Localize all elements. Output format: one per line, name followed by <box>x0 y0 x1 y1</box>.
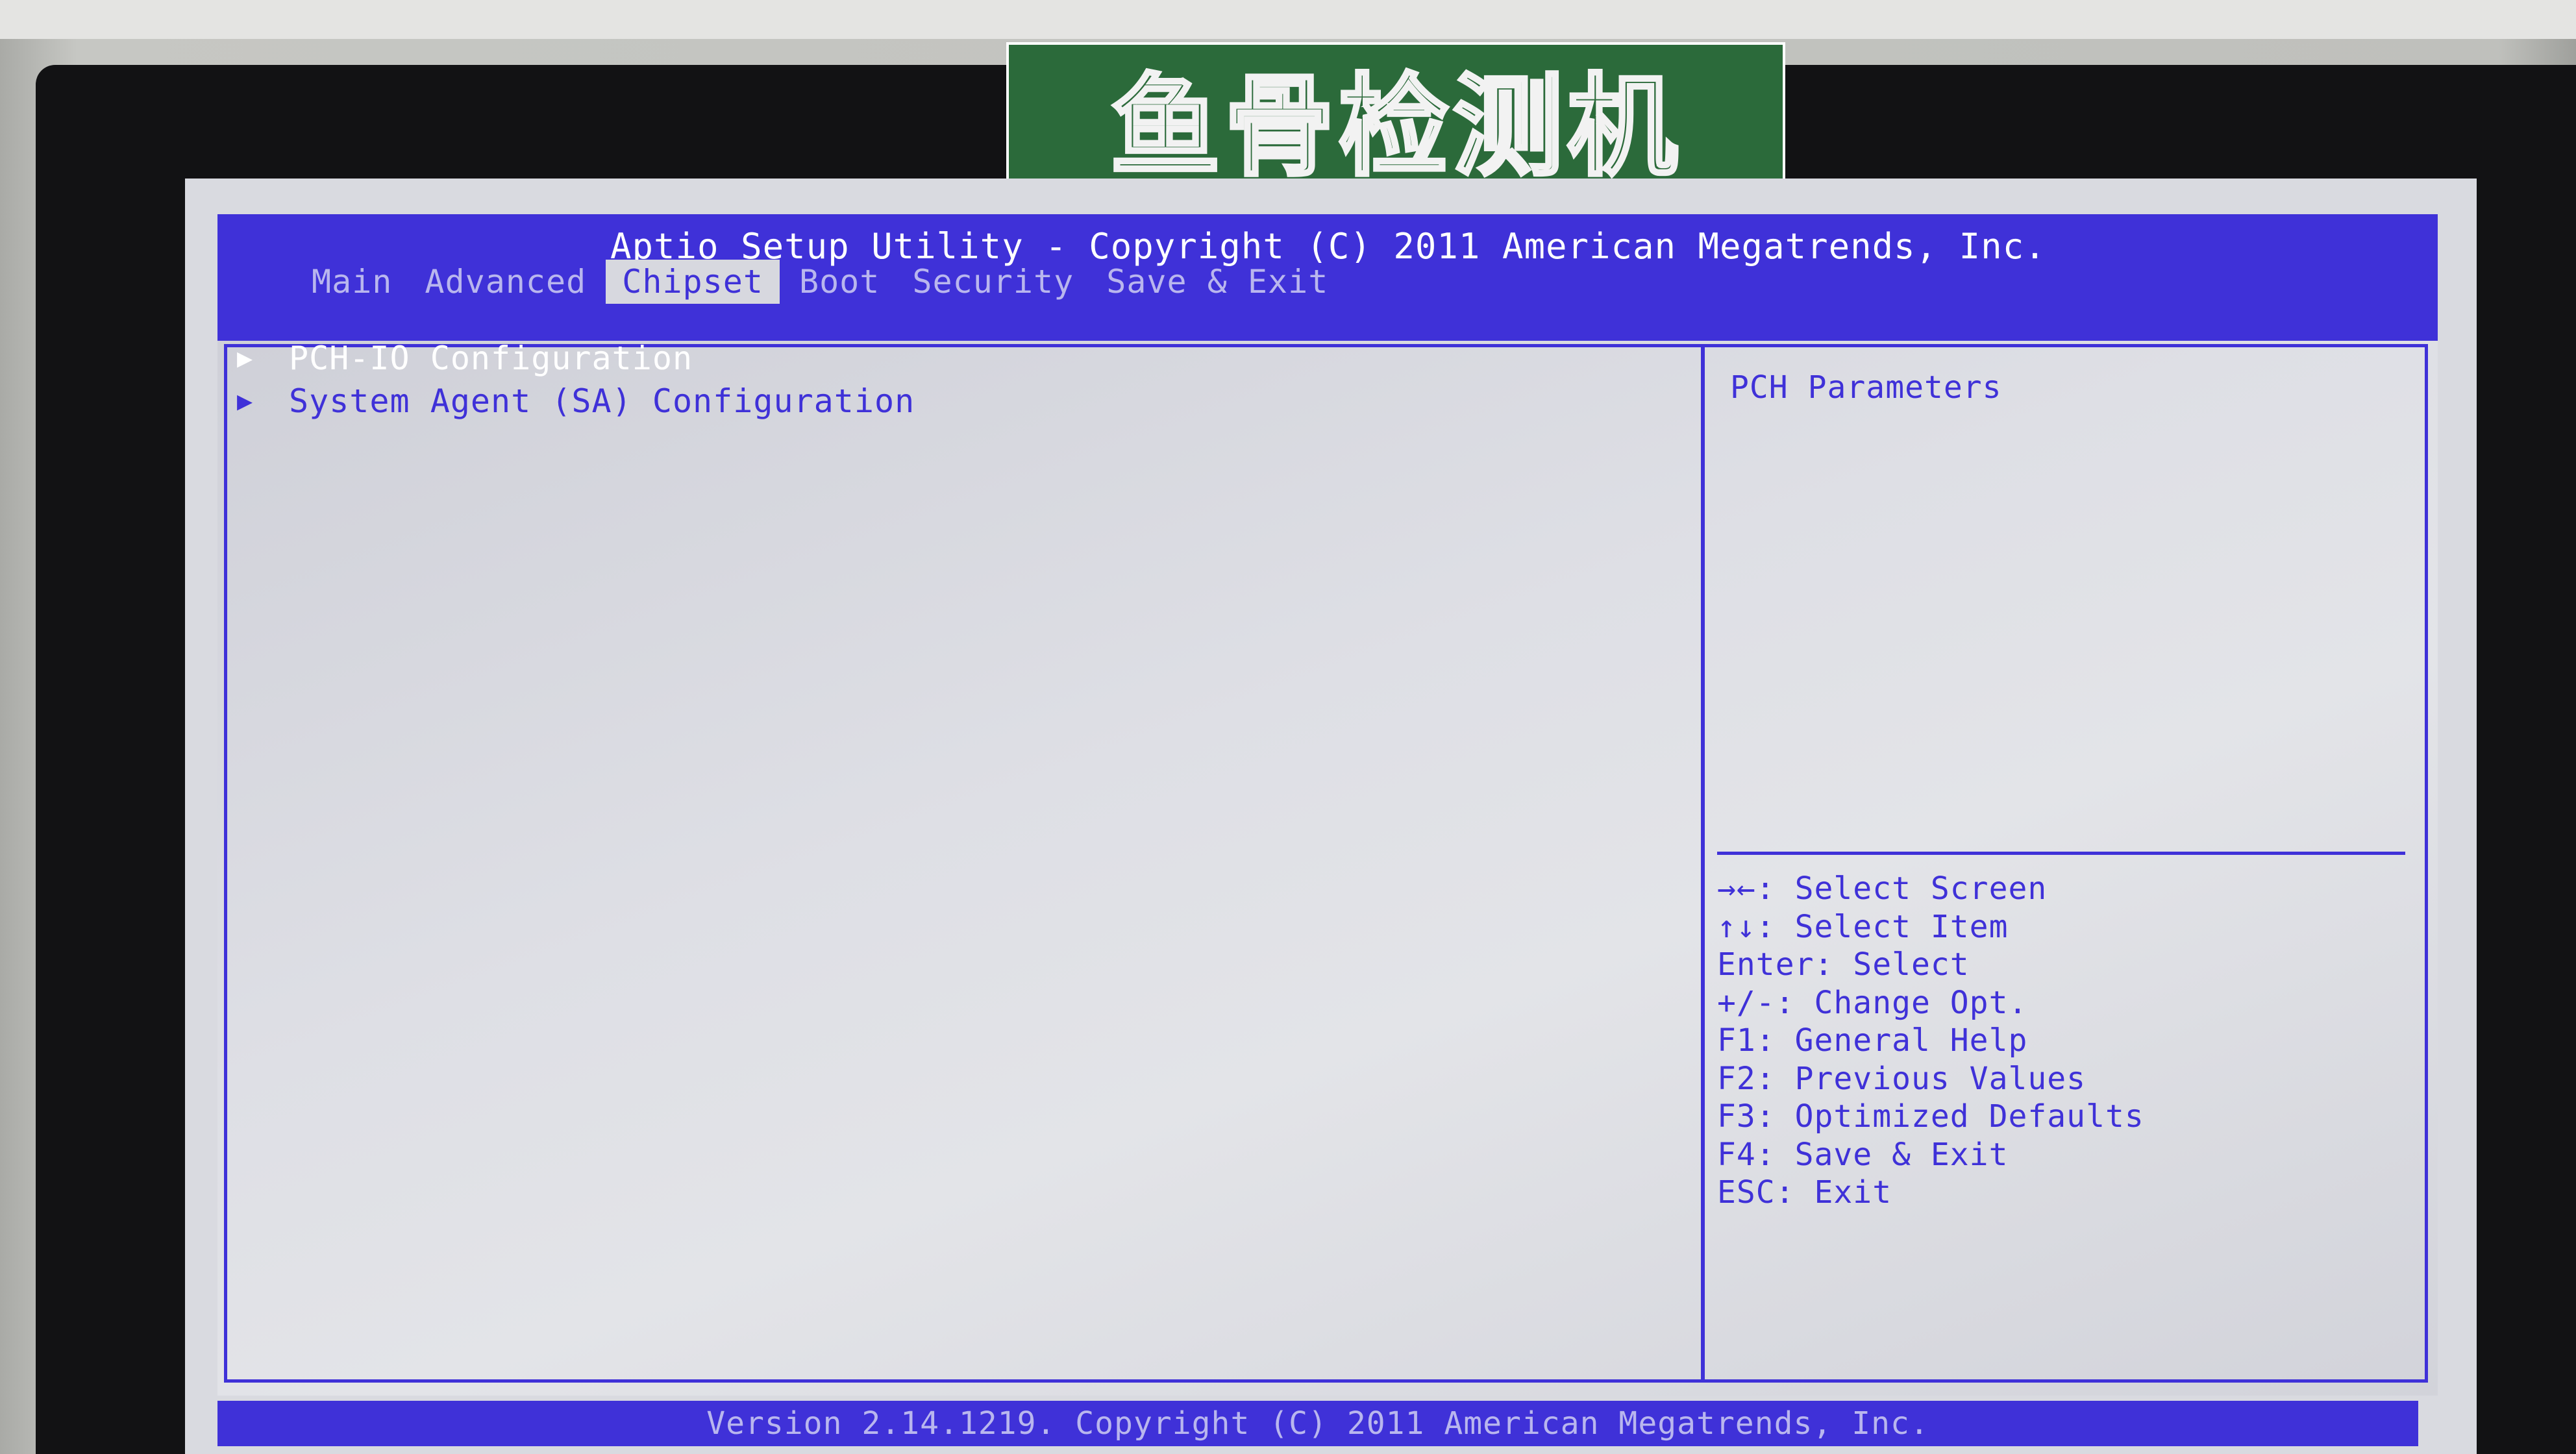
bios-tab-bar: Main Advanced Chipset Boot Security Save… <box>295 260 1344 304</box>
menu-item-system-agent[interactable]: ▶ System Agent (SA) Configuration <box>237 380 915 422</box>
tab-chipset[interactable]: Chipset <box>606 260 780 304</box>
key-hint-enter: Enter: Select <box>1717 946 1970 983</box>
key-hint-select-screen: →←: Select Screen <box>1717 870 2048 907</box>
submenu-arrow-icon: ▶ <box>237 386 254 416</box>
tab-security[interactable]: Security <box>896 260 1090 304</box>
help-description: PCH Parameters <box>1730 369 2002 406</box>
tab-save-exit[interactable]: Save & Exit <box>1090 260 1344 304</box>
key-hint-select-item: ↑↓: Select Item <box>1717 908 2009 945</box>
device-label-text: 鱼骨检测机 <box>1108 62 1681 193</box>
menu-item-label: System Agent (SA) Configuration <box>289 382 915 420</box>
device-label-plate: 鱼骨检测机 <box>1006 42 1785 193</box>
key-hint-esc: ESC: Exit <box>1717 1174 1892 1211</box>
submenu-arrow-icon: ▶ <box>237 343 254 373</box>
key-legend: →←: Select Screen ↑↓: Select Item Enter:… <box>1717 870 2144 1212</box>
help-panel <box>1701 344 2428 1383</box>
key-hint-f4: F4: Save & Exit <box>1717 1136 2009 1173</box>
menu-panel <box>224 344 1704 1383</box>
bios-footer: Version 2.14.1219. Copyright (C) 2011 Am… <box>217 1401 2418 1446</box>
key-hint-f1: F1: General Help <box>1717 1022 2028 1059</box>
key-hint-change-opt: +/-: Change Opt. <box>1717 984 2028 1021</box>
tab-advanced[interactable]: Advanced <box>408 260 602 304</box>
key-hint-f2: F2: Previous Values <box>1717 1060 2087 1097</box>
help-divider <box>1717 852 2405 855</box>
menu-item-label: PCH-IO Configuration <box>289 339 693 377</box>
tab-boot[interactable]: Boot <box>783 260 896 304</box>
tab-main[interactable]: Main <box>295 260 408 304</box>
key-hint-f3: F3: Optimized Defaults <box>1717 1098 2144 1135</box>
menu-item-pch-io[interactable]: ▶ PCH-IO Configuration <box>237 338 693 379</box>
